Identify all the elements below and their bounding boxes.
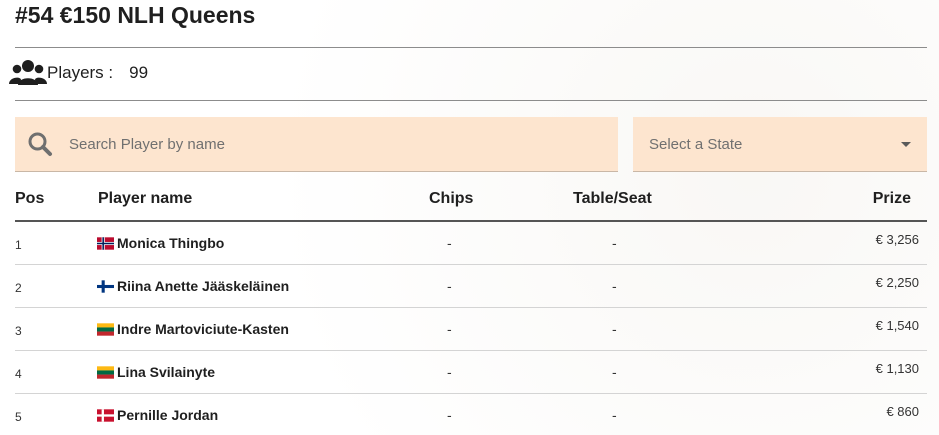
players-count: 99 [129,63,149,82]
row-table-seat: - [612,407,617,423]
header-player-name[interactable]: Player name [98,190,192,208]
row-player[interactable]: Lina Svilainyte [97,364,215,380]
row-player-name: Riina Anette Jääskeläinen [117,278,290,294]
row-player[interactable]: Monica Thingbo [97,235,224,251]
row-chips: - [447,407,452,423]
row-prize: € 2,250 [875,275,919,290]
row-pos: 2 [15,281,22,295]
page-title: #54 €150 NLH Queens [15,2,256,28]
table-header: Pos Player name Chips Table/Seat Prize [15,180,927,222]
row-chips: - [447,278,452,294]
row-prize: € 3,256 [875,232,919,247]
table-row[interactable]: 4 Lina Svilainyte - - € 1,130 [15,351,927,394]
table-row[interactable]: 3 Indre Martoviciute-Kasten - - € 1,540 [15,308,927,351]
row-chips: - [447,364,452,380]
row-player-name: Pernille Jordan [117,407,219,423]
table-row[interactable]: 1 Monica Thingbo - - € 3,256 [15,222,927,265]
lithuania-flag-icon [97,322,114,336]
row-pos: 4 [15,367,22,381]
row-player[interactable]: Indre Martoviciute-Kasten [97,321,289,337]
state-select-value: Select a State [649,135,743,153]
row-pos: 5 [15,410,22,424]
row-pos: 1 [15,238,22,252]
players-divider [15,100,927,101]
row-player-name: Monica Thingbo [117,235,225,251]
state-select[interactable]: Select a State [633,117,927,172]
table-row[interactable]: 5 Pernille Jordan - - € 860 [15,394,927,435]
header-chips[interactable]: Chips [429,190,473,208]
players-summary: Players : 99 [9,58,148,88]
row-chips: - [447,235,452,251]
players-label: Players : [47,63,114,82]
row-prize: € 1,130 [875,361,919,376]
row-prize: € 1,540 [875,318,919,333]
search-box[interactable] [15,117,618,172]
norway-flag-icon [97,236,114,250]
row-prize: € 860 [886,404,919,419]
table-row[interactable]: 2 Riina Anette Jääskeläinen - - € 2,250 [15,265,927,308]
row-player[interactable]: Pernille Jordan [97,407,218,423]
table-body: 1 Monica Thingbo - - € 3,256 2 Riina Ane… [15,222,927,435]
search-input[interactable] [67,134,591,154]
finland-flag-icon [97,279,114,293]
row-table-seat: - [612,364,617,380]
caret-down-icon [901,141,911,147]
row-chips: - [447,321,452,337]
users-icon [9,60,47,85]
row-table-seat: - [612,278,617,294]
header-pos[interactable]: Pos [15,190,44,208]
row-player-name: Indre Martoviciute-Kasten [117,321,289,337]
header-table-seat[interactable]: Table/Seat [573,190,652,208]
header-prize[interactable]: Prize [873,190,911,208]
row-player[interactable]: Riina Anette Jääskeläinen [97,278,289,294]
title-divider [15,47,927,48]
row-player-name: Lina Svilainyte [117,364,216,380]
row-table-seat: - [612,321,617,337]
search-icon [28,132,52,156]
lithuania-flag-icon [97,365,114,379]
row-table-seat: - [612,235,617,251]
denmark-flag-icon [97,408,114,422]
row-pos: 3 [15,324,22,338]
tournament-players-page: #54 €150 NLH Queens Players : 99 Select … [0,0,939,435]
